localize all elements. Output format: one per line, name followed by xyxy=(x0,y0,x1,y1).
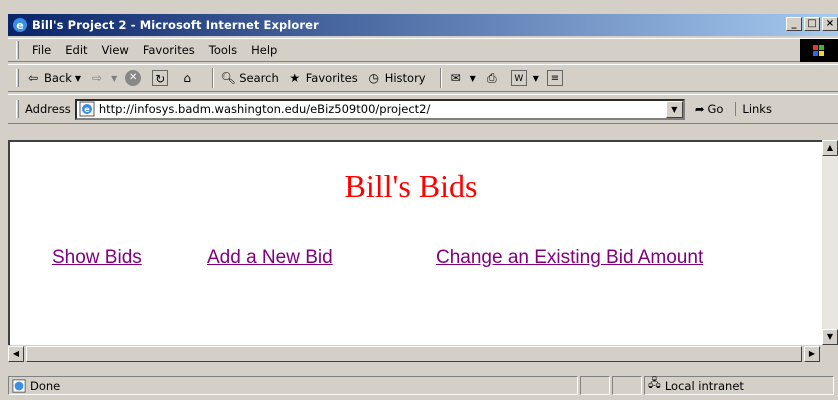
status-panel-blank xyxy=(580,376,610,395)
chevron-down-icon[interactable]: ▼ xyxy=(75,74,81,83)
address-url: http://infosys.badm.washington.edu/eBiz5… xyxy=(98,102,431,116)
ie-icon: e xyxy=(13,18,27,32)
scrollbar-corner xyxy=(822,345,838,363)
edit-icon: W xyxy=(510,70,527,86)
zone-text: Local intranet xyxy=(664,378,744,393)
page-viewport: Bill's Bids Show Bids Add a New Bid Chan… xyxy=(8,140,822,345)
chevron-down-icon[interactable]: ▼ xyxy=(533,74,539,83)
print-icon: ⎙ xyxy=(486,71,497,85)
search-label: Search xyxy=(239,71,279,85)
page-icon xyxy=(12,378,26,393)
add-new-bid-link[interactable]: Add a New Bid xyxy=(207,247,333,269)
history-button[interactable]: ◷ History xyxy=(366,70,426,86)
address-bar: Address e http://infosys.badm.washington… xyxy=(8,94,838,124)
scroll-right-button[interactable]: ▶ xyxy=(804,346,820,362)
favorites-label: Favorites xyxy=(305,71,358,85)
show-bids-link[interactable]: Show Bids xyxy=(52,247,142,269)
windows-logo xyxy=(800,39,838,62)
title-bar: e Bill's Project 2 - Microsoft Internet … xyxy=(8,14,838,36)
forward-arrow-icon: ⇨ xyxy=(92,71,103,85)
toolbar-separator xyxy=(439,68,442,88)
history-label: History xyxy=(384,71,426,85)
scroll-up-button[interactable]: ▲ xyxy=(822,140,838,156)
address-input[interactable]: e http://infosys.badm.washington.edu/eBi… xyxy=(74,98,685,120)
edit-button[interactable]: W ▼ xyxy=(510,70,539,86)
page-icon: e xyxy=(79,101,95,117)
scroll-left-button[interactable]: ◀ xyxy=(8,346,24,362)
history-icon: ◷ xyxy=(368,71,379,85)
status-text-panel: Done xyxy=(8,376,578,395)
menu-tools[interactable]: Tools xyxy=(202,43,244,57)
page-heading: Bill's Bids xyxy=(344,168,478,204)
home-button[interactable]: ⌂ xyxy=(179,70,198,86)
status-panel-blank xyxy=(612,376,642,395)
status-text: Done xyxy=(30,378,61,393)
standard-toolbar: ⇦ Back ▼ ⇨ ▼ ✕ ↻ ⌂ 🔍︎ Search ★ Favorites… xyxy=(8,64,838,92)
discuss-icon: ≡ xyxy=(546,70,563,86)
horizontal-scrollbar[interactable]: ◀ ▶ xyxy=(8,345,822,363)
close-button[interactable]: × xyxy=(822,17,838,31)
refresh-icon: ↻ xyxy=(152,70,169,86)
menu-favorites[interactable]: Favorites xyxy=(136,43,202,57)
forward-button[interactable]: ⇨ ▼ xyxy=(89,70,117,86)
zone-panel: 🖧︎ Local intranet xyxy=(644,376,834,395)
menu-bar: File Edit View Favorites Tools Help xyxy=(8,38,838,62)
print-button[interactable]: ⎙ xyxy=(484,70,503,86)
discuss-button[interactable]: ≡ xyxy=(546,70,566,86)
mail-button[interactable]: ✉ ▼ xyxy=(448,70,476,86)
minimize-button[interactable]: _ xyxy=(786,17,802,31)
address-grip[interactable] xyxy=(16,100,19,118)
scroll-down-button[interactable]: ▼ xyxy=(822,329,838,345)
favorites-icon: ★ xyxy=(289,71,301,85)
go-button[interactable]: ➦ Go xyxy=(695,102,724,116)
favorites-button[interactable]: ★ Favorites xyxy=(287,70,358,86)
back-button[interactable]: ⇦ Back ▼ xyxy=(25,70,81,86)
mail-icon: ✉ xyxy=(450,71,461,85)
address-dropdown-button[interactable]: ▼ xyxy=(665,100,683,118)
back-label: Back xyxy=(44,71,72,85)
menu-file[interactable]: File xyxy=(25,43,58,57)
go-arrow-icon: ➦ xyxy=(694,102,705,116)
stop-icon: ✕ xyxy=(125,70,142,86)
go-label: Go xyxy=(707,102,724,116)
intranet-icon: 🖧︎ xyxy=(648,376,661,390)
svg-text:e: e xyxy=(16,19,23,32)
chevron-down-icon[interactable]: ▼ xyxy=(111,74,117,83)
home-icon: ⌂ xyxy=(183,71,192,85)
address-label: Address xyxy=(25,102,71,116)
toolbar-grip[interactable] xyxy=(16,69,19,87)
window-controls: _ □ × xyxy=(784,17,838,31)
links-button[interactable]: Links xyxy=(735,102,772,116)
refresh-button[interactable]: ↻ xyxy=(152,70,171,86)
back-arrow-icon: ⇦ xyxy=(27,71,39,85)
menu-view[interactable]: View xyxy=(95,43,136,57)
chevron-down-icon[interactable]: ▼ xyxy=(470,74,476,83)
vertical-scrollbar[interactable]: ▲ ▼ xyxy=(822,140,838,345)
maximize-button[interactable]: □ xyxy=(804,17,820,31)
search-icon: 🔍︎ xyxy=(220,71,236,85)
menu-edit[interactable]: Edit xyxy=(58,43,94,57)
windows-flag-icon xyxy=(813,44,824,56)
stop-button[interactable]: ✕ xyxy=(125,70,144,86)
menu-help[interactable]: Help xyxy=(244,43,284,57)
window-title: Bill's Project 2 - Microsoft Internet Ex… xyxy=(32,18,319,32)
status-bar: Done 🖧︎ Local intranet xyxy=(8,373,838,398)
change-bid-amount-link[interactable]: Change an Existing Bid Amount xyxy=(436,247,703,269)
toolbar-separator xyxy=(212,68,215,88)
search-button[interactable]: 🔍︎ Search xyxy=(220,70,279,86)
menu-grip[interactable] xyxy=(16,41,19,59)
horizontal-scroll-thumb[interactable] xyxy=(26,346,802,362)
svg-text:e: e xyxy=(84,105,90,114)
